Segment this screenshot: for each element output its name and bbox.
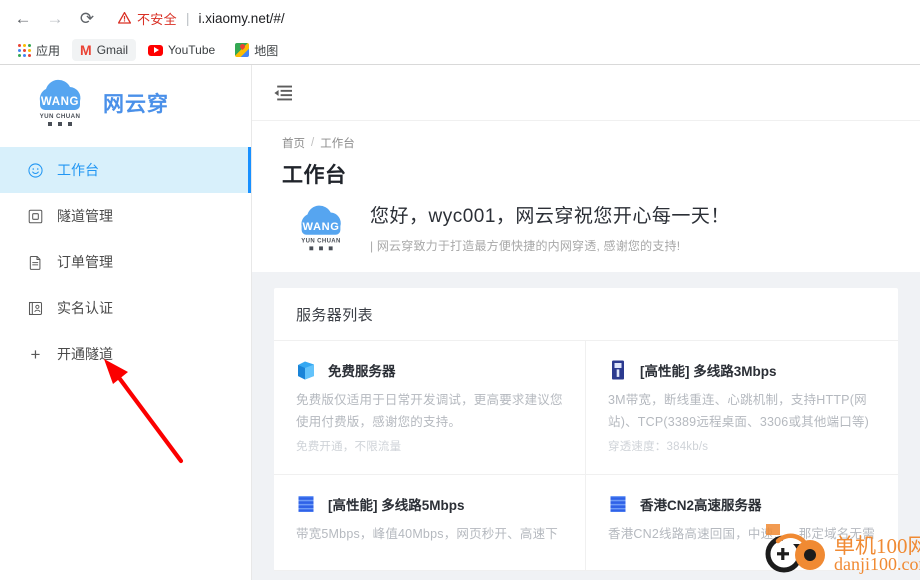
browser-nav-bar: ← → ⟳ 不安全 | i.xiaomy.net/#/ <box>0 0 920 36</box>
server-title: [高性能] 多线路3Mbps <box>640 364 777 379</box>
main-content: 首页 / 工作台 工作台 WANG YUN CHUAN 您好，wyc001，网云… <box>252 65 920 580</box>
welcome-subtitle: | 网云穿致力于打造最方便快捷的内网穿透, 感谢您的支持! <box>370 239 681 253</box>
sidebar-item-label: 实名认证 <box>57 300 113 316</box>
omnibox-divider: | <box>185 10 190 26</box>
breadcrumb-home[interactable]: 首页 <box>282 135 305 151</box>
sidebar-item-label: 开通隧道 <box>57 346 113 362</box>
browser-chrome: ← → ⟳ 不安全 | i.xiaomy.net/#/ 应用 M Gmail Y… <box>0 0 920 65</box>
bookmark-label: Gmail <box>96 43 129 57</box>
top-bar <box>252 65 920 121</box>
wangyunchuan-logo-icon: WANG YUN CHUAN <box>301 205 341 250</box>
server-desc: 香港CN2线路高速回国，中速…，那定域名无需 <box>608 526 875 541</box>
svg-text:WANG: WANG <box>303 220 340 232</box>
bookmark-apps[interactable]: 应用 <box>10 38 68 63</box>
server-item-5mbps[interactable]: [高性能] 多线路5Mbps 带宽5Mbps，峰值40Mbps，网页秒开、高速下 <box>274 474 586 571</box>
svg-text:WANG: WANG <box>41 96 79 108</box>
server-list-title: 服务器列表 <box>274 288 898 341</box>
bookmark-label: 应用 <box>36 43 61 58</box>
server-sub: 免费开通，不限流量 <box>296 440 402 453</box>
sidebar: WANG YUN CHUAN 网云穿 工作台 隧道管理 订单管理 实名认证 + … <box>0 65 252 580</box>
maps-icon <box>235 43 250 57</box>
welcome-banner: WANG YUN CHUAN 您好，wyc001，网云穿祝您开心每一天！ | 网… <box>282 201 890 254</box>
sidebar-item-workbench[interactable]: 工作台 <box>0 147 251 193</box>
server-box-light-icon <box>298 361 314 380</box>
server-title-row: [高性能] 多线路5Mbps <box>296 493 563 515</box>
sidebar-item-open-tunnel[interactable]: + 开通隧道 <box>0 331 251 377</box>
sidebar-item-label: 隧道管理 <box>57 208 113 224</box>
bookmark-youtube[interactable]: YouTube <box>140 39 223 61</box>
sidebar-menu: 工作台 隧道管理 订单管理 实名认证 + 开通隧道 <box>0 141 251 377</box>
svg-text:YUN CHUAN: YUN CHUAN <box>301 238 341 244</box>
apps-grid-icon <box>18 43 31 57</box>
sidebar-item-label: 工作台 <box>57 162 99 178</box>
server-title-row: [高性能] 多线路3Mbps <box>608 359 876 381</box>
id-card-icon <box>28 301 43 316</box>
plus-icon: + <box>30 344 41 364</box>
server-stripes-blue-icon <box>298 495 314 512</box>
svg-text:YUN CHUAN: YUN CHUAN <box>40 113 81 120</box>
server-list-card: 服务器列表 免费服务器 免费版仅适用于日常开发调试，更高要求建议您使用付费版，感… <box>274 288 898 571</box>
server-item-free[interactable]: 免费服务器 免费版仅适用于日常开发调试，更高要求建议您使用付费版，感谢您的支持。… <box>274 341 586 475</box>
sidebar-item-order-management[interactable]: 订单管理 <box>0 239 251 285</box>
warning-triangle-icon <box>118 12 131 24</box>
server-title: [高性能] 多线路5Mbps <box>328 497 465 513</box>
gmail-icon: M <box>80 42 92 58</box>
server-title: 香港CN2高速服务器 <box>640 497 762 513</box>
breadcrumb: 首页 / 工作台 <box>282 135 890 151</box>
insecure-label: 不安全 <box>137 11 177 27</box>
server-desc: 带宽5Mbps，峰值40Mbps，网页秒开、高速下 <box>296 526 558 541</box>
welcome-text-block: 您好，wyc001，网云穿祝您开心每一天！ | 网云穿致力于打造最方便快捷的内网… <box>370 201 730 254</box>
server-sub: 穿透速度：384kb/s <box>608 440 709 453</box>
bookmark-label: YouTube <box>168 43 216 57</box>
server-title: 免费服务器 <box>328 364 396 379</box>
page-header: 首页 / 工作台 工作台 WANG YUN CHUAN 您好，wyc001，网云… <box>252 121 920 272</box>
breadcrumb-current: 工作台 <box>320 138 355 150</box>
sidebar-item-label: 订单管理 <box>57 254 113 270</box>
smiley-face-icon <box>28 162 43 178</box>
server-stripes-blue-icon <box>610 495 626 512</box>
server-grid: 免费服务器 免费版仅适用于日常开发调试，更高要求建议您使用付费版，感谢您的支持。… <box>274 341 898 571</box>
order-doc-icon <box>28 255 43 270</box>
server-item-3mbps[interactable]: [高性能] 多线路3Mbps 3M带宽，断线重连、心跳机制，支持HTTP(网站)… <box>586 341 898 475</box>
bookmark-maps[interactable]: 地图 <box>227 38 286 63</box>
breadcrumb-separator: / <box>311 137 315 149</box>
bookmark-gmail[interactable]: M Gmail <box>72 39 137 61</box>
server-rack-dark-icon <box>612 360 624 380</box>
brand-header[interactable]: WANG YUN CHUAN 网云穿 <box>0 65 251 141</box>
server-desc: 3M带宽，断线重连、心跳机制，支持HTTP(网站)、TCP(3389远程桌面、3… <box>608 393 870 429</box>
wangyunchuan-logo-icon: WANG YUN CHUAN <box>40 79 81 126</box>
address-bar[interactable]: 不安全 | i.xiaomy.net/#/ <box>110 4 912 32</box>
sidebar-item-tunnel-management[interactable]: 隧道管理 <box>0 193 251 239</box>
forward-button[interactable]: → <box>40 3 70 33</box>
menu-fold-icon[interactable] <box>274 85 292 101</box>
bookmark-label: 地图 <box>254 43 279 58</box>
server-title-row: 免费服务器 <box>296 359 563 381</box>
brand-name: 网云穿 <box>103 93 169 116</box>
youtube-icon <box>148 44 164 56</box>
url-text[interactable]: i.xiaomy.net/#/ <box>199 11 285 26</box>
bookmarks-bar: 应用 M Gmail YouTube 地图 <box>0 36 920 64</box>
back-button[interactable]: ← <box>8 3 38 33</box>
tunnel-box-icon <box>28 209 43 224</box>
server-desc: 免费版仅适用于日常开发调试，更高要求建议您使用付费版，感谢您的支持。 <box>296 393 563 429</box>
welcome-greeting: 您好，wyc001，网云穿祝您开心每一天！ <box>370 206 730 227</box>
page-title: 工作台 <box>282 164 347 187</box>
app-shell: WANG YUN CHUAN 网云穿 工作台 隧道管理 订单管理 实名认证 + … <box>0 65 920 580</box>
server-item-hk-cn2[interactable]: 香港CN2高速服务器 香港CN2线路高速回国，中速…，那定域名无需 <box>586 475 898 571</box>
reload-button[interactable]: ⟳ <box>72 3 102 33</box>
sidebar-item-real-name-auth[interactable]: 实名认证 <box>0 285 251 331</box>
server-title-row: 香港CN2高速服务器 <box>608 493 876 515</box>
